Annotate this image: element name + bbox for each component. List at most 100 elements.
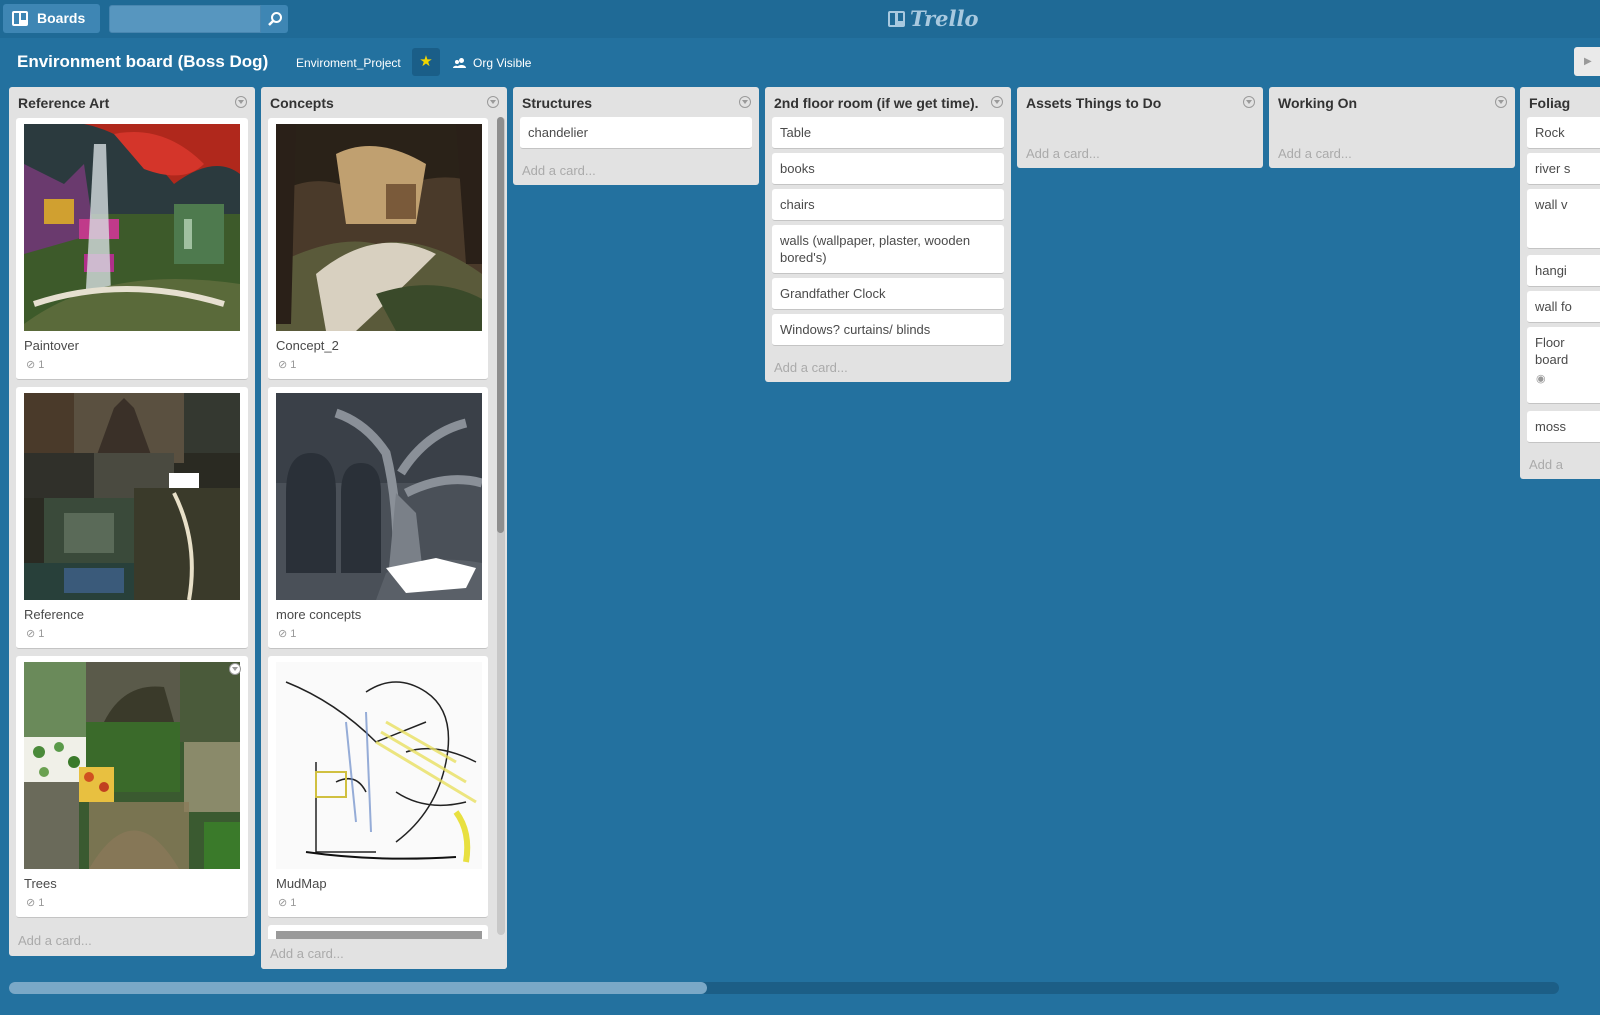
add-card-button[interactable]: Add a card... <box>18 933 92 948</box>
list-header: Concepts <box>261 87 507 115</box>
top-bar: Boards Trello <box>0 0 1600 38</box>
card[interactable]: books <box>772 153 1004 185</box>
attachment-badge: ⊘ 1 <box>278 359 297 371</box>
list-structures: Structures chandelier Add a card... <box>513 87 759 185</box>
card[interactable]: Windows? curtains/ blinds <box>772 314 1004 346</box>
list-header: Structures <box>513 87 759 115</box>
paperclip-icon: ⊘ <box>278 897 291 909</box>
list-header: Foliag <box>1520 87 1600 115</box>
visibility-button[interactable]: Org Visible <box>453 56 531 70</box>
card-title: Concept_2 <box>276 338 339 353</box>
cave-concept-image <box>276 124 482 331</box>
card[interactable]: MudMap ⊘ 1 <box>268 656 488 918</box>
card[interactable]: Grandfather Clock <box>772 278 1004 310</box>
visibility-label: Org Visible <box>473 56 532 70</box>
card-title: Paintover <box>24 338 79 353</box>
list-menu-icon[interactable] <box>1243 96 1255 108</box>
attachment-badge: ⊘ 1 <box>26 628 45 640</box>
trees-collage-image <box>24 662 240 869</box>
sidebar-toggle-button[interactable]: ▶ <box>1574 47 1600 76</box>
eye-icon: ◉ <box>1536 373 1546 385</box>
card[interactable]: wall v <box>1527 189 1600 249</box>
castle-collage-image <box>24 393 240 600</box>
trello-logo[interactable]: Trello <box>888 6 979 32</box>
add-card-button[interactable]: Add a card... <box>1278 146 1352 161</box>
list-foliage: Foliag Rock river s wall v hangi wall fo… <box>1520 87 1600 479</box>
attachment-badge: ⊘ 1 <box>26 359 45 371</box>
paperclip-icon: ⊘ <box>26 628 39 640</box>
card-title: wall fo <box>1535 299 1572 314</box>
list-header: Assets Things to Do <box>1017 87 1263 115</box>
card[interactable]: more concepts ⊘ 1 <box>268 387 488 649</box>
card-title: chandelier <box>528 125 588 140</box>
people-icon <box>453 58 466 68</box>
search-icon <box>268 12 282 26</box>
painterly-forest-image <box>24 124 240 331</box>
list-menu-icon[interactable] <box>1495 96 1507 108</box>
card[interactable]: Floor board ◉ <box>1527 327 1600 404</box>
card[interactable]: Rock <box>1527 117 1600 149</box>
arrow-right-icon: ▶ <box>1584 56 1592 67</box>
card-title: river s <box>1535 161 1571 176</box>
list-working-on: Working On Add a card... <box>1269 87 1515 168</box>
card[interactable]: Paintover ⊘ 1 <box>16 118 248 380</box>
list-menu-icon[interactable] <box>739 96 751 108</box>
star-button[interactable]: ★ <box>412 48 440 76</box>
card[interactable]: Table <box>772 117 1004 149</box>
board-scrollbar-thumb[interactable] <box>9 982 707 994</box>
org-link[interactable]: Enviroment_Project <box>296 56 401 70</box>
board-title[interactable]: Environment board (Boss Dog) <box>17 52 268 72</box>
star-icon: ★ <box>419 53 433 70</box>
add-card-button[interactable]: Add a card... <box>774 360 848 375</box>
boards-label: Boards <box>37 10 86 26</box>
card[interactable]: walls (wallpaper, plaster, wooden bored'… <box>772 225 1004 274</box>
list-menu-icon[interactable] <box>991 96 1003 108</box>
attachment-badge: ⊘ 1 <box>26 897 45 909</box>
attachment-badge: ⊘ 1 <box>278 628 297 640</box>
boards-button[interactable]: Boards <box>3 4 100 33</box>
card[interactable]: river s <box>1527 153 1600 185</box>
add-card-button[interactable]: Add a card... <box>522 163 596 178</box>
card[interactable]: wall fo <box>1527 291 1600 323</box>
list-title[interactable]: Foliag <box>1529 95 1570 111</box>
list-header: Reference Art <box>9 87 255 115</box>
card[interactable]: Concept_2 ⊘ 1 <box>268 118 488 380</box>
card-title: wall v <box>1535 197 1568 212</box>
search-button[interactable] <box>261 5 288 33</box>
list-title[interactable]: 2nd floor room (if we get time). <box>774 95 979 111</box>
card[interactable]: hangi <box>1527 255 1600 287</box>
list-concepts: Concepts Concept_2 ⊘ 1 more concepts ⊘ 1… <box>261 87 507 969</box>
list-title[interactable]: Structures <box>522 95 592 111</box>
card-title: moss <box>1535 419 1567 434</box>
card[interactable]: moss <box>1527 411 1600 443</box>
list-menu-icon[interactable] <box>235 96 247 108</box>
list-reference-art: Reference Art Paintover ⊘ 1 Reference ⊘ … <box>9 87 255 956</box>
list-menu-icon[interactable] <box>487 96 499 108</box>
card-menu-icon[interactable] <box>229 663 241 675</box>
paperclip-icon: ⊘ <box>278 359 291 371</box>
list-title[interactable]: Reference Art <box>18 95 109 111</box>
list-title[interactable]: Concepts <box>270 95 334 111</box>
card-title: hangi <box>1535 263 1567 278</box>
card[interactable]: Trees ⊘ 1 <box>16 656 248 918</box>
card[interactable]: chandelier <box>520 117 752 149</box>
search-input[interactable] <box>109 5 261 33</box>
card[interactable]: Reference ⊘ 1 <box>16 387 248 649</box>
card-title: MudMap <box>276 876 327 891</box>
add-card-button[interactable]: Add a <box>1529 457 1563 472</box>
card-title: Trees <box>24 876 57 891</box>
add-card-button[interactable]: Add a card... <box>1026 146 1100 161</box>
list-header: Working On <box>1269 87 1515 115</box>
card[interactable]: chairs <box>772 189 1004 221</box>
list-title[interactable]: Assets Things to Do <box>1026 95 1161 111</box>
card-title: Floor board <box>1535 335 1569 367</box>
sketch-image <box>276 662 482 869</box>
list-scrollbar-thumb[interactable] <box>497 117 504 533</box>
list-title[interactable]: Working On <box>1278 95 1357 111</box>
card-title: books <box>780 161 815 176</box>
card-title: chairs <box>780 197 815 212</box>
attachment-badge: ⊘ 1 <box>278 897 297 909</box>
card-title: Reference <box>24 607 84 622</box>
logo-text: Trello <box>910 6 979 31</box>
add-card-button[interactable]: Add a card... <box>270 946 344 961</box>
